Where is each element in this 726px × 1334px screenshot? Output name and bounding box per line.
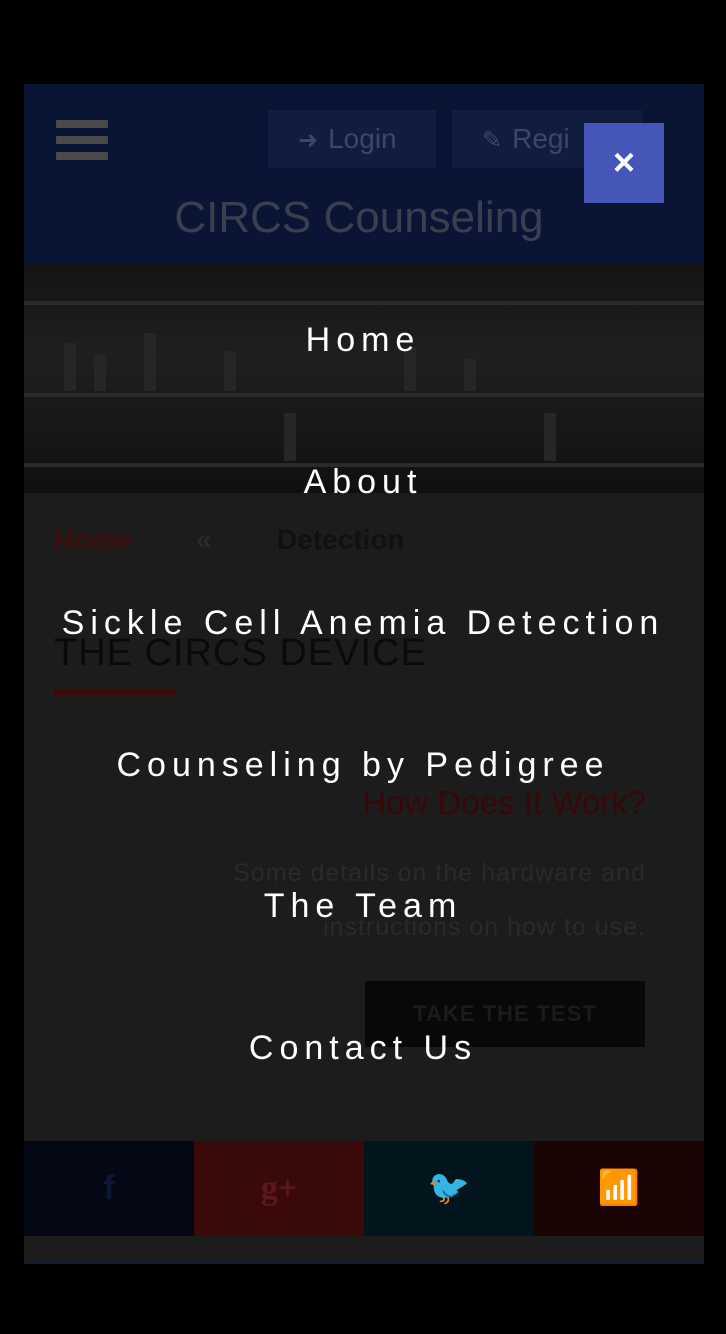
nav-the-team[interactable]: The Team: [0, 886, 726, 926]
overlay-menu: Home About Sickle Cell Anemia Detection …: [0, 0, 726, 1334]
nav-counseling-pedigree[interactable]: Counseling by Pedigree: [0, 745, 726, 785]
close-menu-button[interactable]: ×: [584, 123, 664, 203]
close-icon: ×: [612, 142, 636, 184]
nav-sickle-cell-detection[interactable]: Sickle Cell Anemia Detection: [0, 603, 726, 643]
nav-home[interactable]: Home: [0, 320, 726, 360]
nav-about[interactable]: About: [0, 462, 726, 502]
nav-contact-us[interactable]: Contact Us: [0, 1028, 726, 1068]
